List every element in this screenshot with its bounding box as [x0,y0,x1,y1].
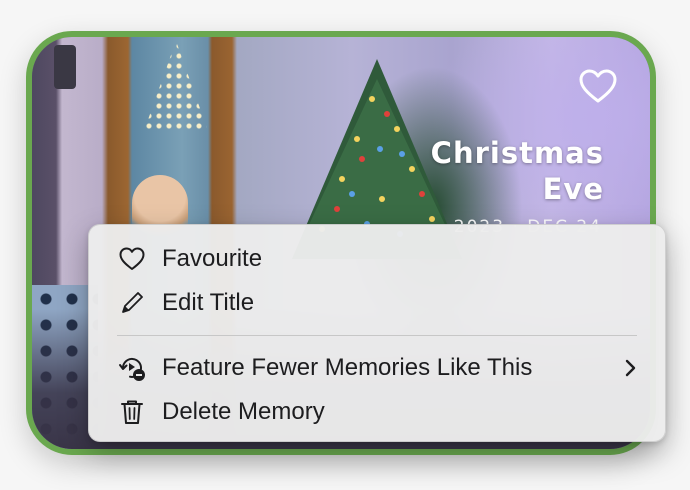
trash-icon [118,398,150,426]
menu-item-delete-memory[interactable]: Delete Memory [89,390,665,434]
menu-item-label: Favourite [162,245,263,272]
menu-item-edit-title[interactable]: Edit Title [89,281,665,325]
favourite-heart-icon[interactable] [578,67,618,107]
memory-title: Christmas Eve [344,135,604,207]
menu-separator [117,335,637,336]
memory-title-line1: Christmas [430,136,604,170]
menu-item-label: Delete Memory [162,398,325,425]
memory-title-line2: Eve [542,172,604,206]
menu-item-favourite[interactable]: Favourite [89,237,665,281]
feature-fewer-icon [118,354,150,382]
chevron-right-icon [623,358,637,378]
string-lights-decoration [144,41,208,131]
context-menu: Favourite Edit Title Feature Fewer Memor… [88,224,666,442]
wall-outlet [54,45,76,89]
pencil-icon [118,289,150,317]
heart-icon [118,245,150,273]
menu-item-label: Feature Fewer Memories Like This [162,354,533,381]
menu-item-feature-fewer[interactable]: Feature Fewer Memories Like This [89,346,665,390]
menu-item-label: Edit Title [162,289,255,316]
